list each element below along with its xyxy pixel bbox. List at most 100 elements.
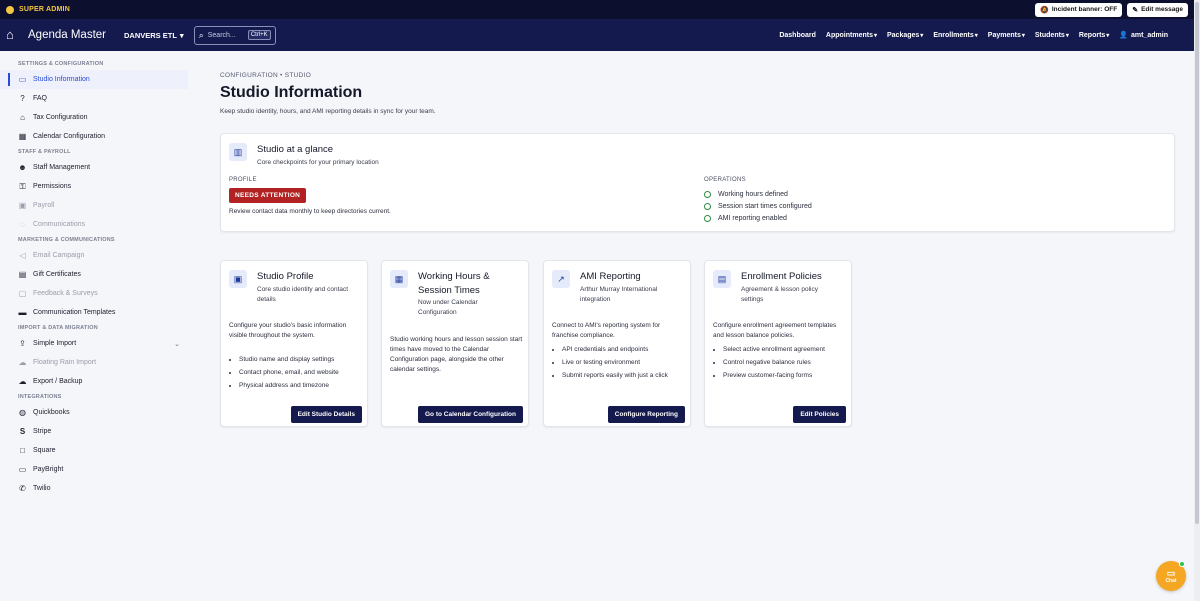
- search-placeholder: Search...: [207, 31, 236, 39]
- sidebar-item-simple-import[interactable]: ⇪ Simple Import ⌄: [0, 334, 188, 353]
- search-input[interactable]: ⌕ Search... Ctrl+K: [193, 25, 276, 45]
- super-admin-label: SUPER ADMIN: [19, 6, 70, 13]
- nav-dashboard[interactable]: Dashboard: [779, 32, 816, 39]
- card-bullet: API credentials and endpoints: [562, 343, 688, 356]
- sidebar-item-paybright[interactable]: ▭ PayBright: [0, 460, 188, 479]
- card-description: Configure your studio's basic informatio…: [229, 322, 347, 339]
- sidebar-item-calendar-configuration[interactable]: ▦ Calendar Configuration: [0, 127, 188, 146]
- go-to-calendar-configuration-button[interactable]: Go to Calendar Configuration: [418, 406, 523, 423]
- nav-students[interactable]: Students▾: [1035, 32, 1069, 39]
- nav-payments-label: Payments: [987, 31, 1021, 39]
- operation-item: AMI reporting enabled: [704, 212, 812, 224]
- studio-selector[interactable]: DANVERS ETL ▾: [124, 31, 184, 40]
- card-description: Connect to AMI's reporting system for fr…: [552, 322, 661, 339]
- scrollbar-thumb[interactable]: [1195, 2, 1199, 524]
- cloud-download-icon: ☁: [18, 358, 27, 367]
- user-menu[interactable]: 👤 amt_admin: [1119, 31, 1168, 40]
- incident-banner-button[interactable]: 🔕 Incident banner: OFF: [1035, 2, 1123, 17]
- card-description: Configure enrollment agreement templates…: [713, 322, 837, 339]
- sidebar-section-staff: STAFF & PAYROLL: [18, 149, 71, 155]
- sidebar-item-gift-certificates[interactable]: ▤ Gift Certificates: [0, 265, 188, 284]
- nav-reports-label: Reports: [1078, 31, 1106, 39]
- working-hours-card: ▦ Working Hours & Session Times Now unde…: [381, 260, 529, 427]
- card-bullets: API credentials and endpoints Live or te…: [562, 343, 688, 382]
- bank-icon: ⌂: [20, 113, 25, 122]
- page-scrollbar[interactable]: [1194, 0, 1200, 601]
- sidebar-section-settings: SETTINGS & CONFIGURATION: [18, 61, 104, 67]
- sidebar-item-staff-management[interactable]: ☻ Staff Management: [0, 158, 188, 177]
- operation-label: AMI reporting enabled: [718, 214, 787, 222]
- sidebar-item-feedback-surveys[interactable]: ▢ Feedback & Surveys: [0, 284, 188, 303]
- sidebar-item-export-backup[interactable]: ☁ Export / Backup: [0, 372, 188, 391]
- circle-check-icon: [704, 214, 711, 222]
- profile-note: Review contact data monthly to keep dire…: [229, 208, 391, 215]
- chevron-down-icon[interactable]: ⌄: [174, 340, 180, 348]
- chat-button[interactable]: ▭ Chat: [1156, 561, 1186, 591]
- edit-policies-button[interactable]: Edit Policies: [793, 406, 846, 423]
- ami-reporting-card: ↗ AMI Reporting Arthur Murray Internatio…: [543, 260, 691, 427]
- chevron-down-icon: ▾: [920, 32, 924, 39]
- chevron-down-icon: ▾: [873, 32, 877, 39]
- edit-message-label: Edit message: [1141, 6, 1183, 13]
- sidebar-item-communications[interactable]: ◌ Communications: [0, 215, 188, 234]
- circle-check-icon: [704, 190, 711, 198]
- sidebar-item-studio-information[interactable]: ▭ Studio Information: [0, 70, 188, 89]
- cloud-upload-icon: ☁: [18, 377, 27, 386]
- nav-packages-label: Packages: [886, 31, 920, 39]
- sidebar-item-label: Stripe: [33, 428, 52, 435]
- payroll-icon: ▣: [18, 201, 27, 210]
- sidebar-item-label: Simple Import: [33, 340, 77, 347]
- nav-reports[interactable]: Reports▾: [1079, 32, 1109, 39]
- quickbooks-icon: ◍: [19, 408, 26, 417]
- search-icon: ⌕: [198, 29, 204, 40]
- key-icon: ⚿: [19, 181, 26, 191]
- nav-appointments[interactable]: Appointments▾: [826, 32, 877, 39]
- search-shortcut: Ctrl+K: [247, 30, 271, 40]
- building-icon: ▥: [229, 143, 247, 161]
- operation-label: Working hours defined: [718, 190, 788, 198]
- brand[interactable]: ⌂ Agenda Master: [6, 28, 106, 42]
- sidebar-item-twilio[interactable]: ✆ Twilio: [0, 479, 188, 498]
- operations-list: Working hours defined Session start time…: [704, 188, 812, 224]
- nav-packages[interactable]: Packages▾: [887, 32, 923, 39]
- sidebar-item-payroll[interactable]: ▣ Payroll: [0, 196, 188, 215]
- chevron-down-icon: ▾: [1065, 32, 1069, 39]
- sidebar-item-floating-rain-import[interactable]: ☁ Floating Rain Import: [0, 353, 188, 372]
- sidebar-item-quickbooks[interactable]: ◍ Quickbooks: [0, 403, 188, 422]
- app-window: SUPER ADMIN 🔕 Incident banner: OFF ✎ Edi…: [0, 0, 1200, 601]
- sidebar-item-tax-configuration[interactable]: ⌂ Tax Configuration: [0, 108, 188, 127]
- card-subtitle: Core studio identity and contact details: [257, 286, 349, 303]
- help-circle-icon: ?: [20, 94, 25, 103]
- edit-studio-details-button[interactable]: Edit Studio Details: [290, 406, 362, 423]
- sidebar-item-stripe[interactable]: S Stripe: [0, 422, 188, 441]
- pencil-icon: ✎: [1132, 6, 1139, 14]
- sidebar-item-label: Floating Rain Import: [33, 359, 97, 366]
- sidebar-item-square[interactable]: □ Square: [0, 441, 188, 460]
- bell-off-icon: 🔕: [1040, 6, 1049, 14]
- configure-reporting-button[interactable]: Configure Reporting: [607, 406, 685, 423]
- people-icon: ☻: [18, 163, 27, 172]
- card-bullet: Select active enrollment agreement: [723, 343, 849, 356]
- sidebar-item-permissions[interactable]: ⚿ Permissions: [0, 177, 188, 196]
- sidebar-item-label: Payroll: [33, 202, 55, 209]
- nav-payments[interactable]: Payments▾: [988, 32, 1025, 39]
- card-bullet: Studio name and display settings: [239, 353, 365, 366]
- id-badge-icon: ▣: [229, 270, 247, 288]
- card-subtitle: Agreement & lesson policy settings: [741, 286, 818, 303]
- shield-icon: [6, 5, 14, 14]
- nav-enrollments[interactable]: Enrollments▾: [933, 32, 977, 39]
- feedback-icon: ▢: [18, 289, 27, 298]
- calendar-icon: ▦: [390, 270, 408, 288]
- edit-message-button[interactable]: ✎ Edit message: [1127, 2, 1188, 17]
- page-title: Studio Information: [220, 84, 363, 101]
- card-bullet: Preview customer-facing forms: [723, 369, 849, 382]
- sidebar-item-email-campaign[interactable]: ◁ Email Campaign: [0, 246, 188, 265]
- sidebar: SETTINGS & CONFIGURATION ▭ Studio Informa…: [0, 51, 188, 601]
- chevron-down-icon: ▾: [1106, 32, 1110, 39]
- circle-check-icon: [704, 202, 711, 210]
- card-bullets: Select active enrollment agreement Contr…: [723, 343, 849, 382]
- sidebar-item-label: Staff Management: [33, 164, 91, 171]
- sidebar-item-communication-templates[interactable]: ▬ Communication Templates: [0, 303, 188, 322]
- document-icon: ▤: [713, 270, 731, 288]
- sidebar-item-faq[interactable]: ? FAQ: [0, 89, 188, 108]
